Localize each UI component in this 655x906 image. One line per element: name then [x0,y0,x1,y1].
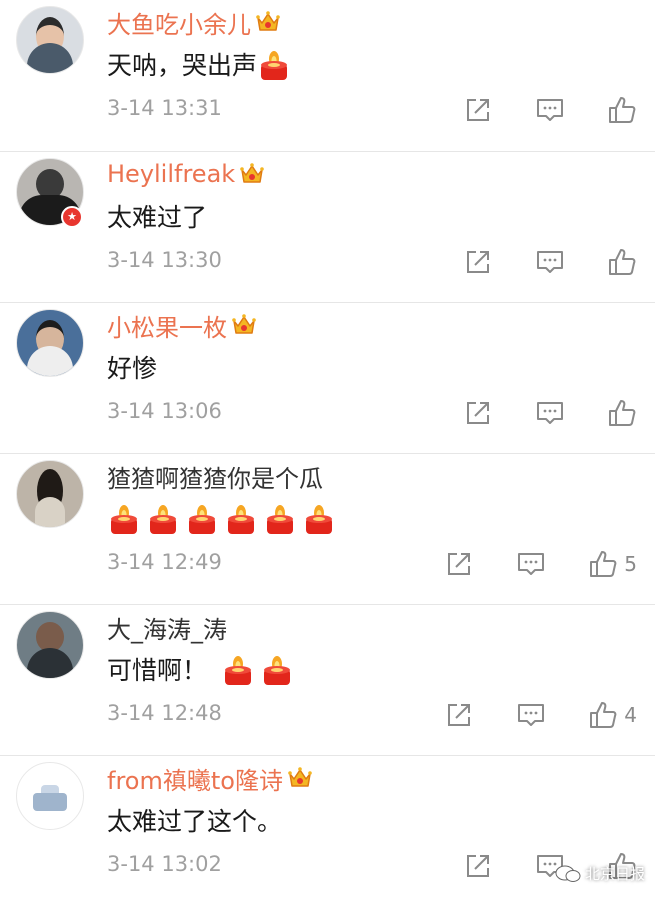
comment-icon [516,700,546,730]
timestamp: 3-14 13:06 [107,399,222,423]
like-button[interactable]: 4 [588,700,637,730]
share-button[interactable] [463,851,493,881]
thumbs-up-icon [607,95,637,125]
candle-emoji-icon [257,45,291,83]
username[interactable]: 猹猹啊猹猹你是个瓜 [107,459,323,494]
comment-item: 猹猹啊猹猹你是个瓜 3-14 12:49 5 [0,453,655,604]
candle-emoji-icon [263,499,297,537]
share-button[interactable] [463,95,493,125]
avatar[interactable] [16,460,84,528]
comment-text: 天呐，哭出声 [107,51,258,80]
candle-emoji-group [221,650,299,688]
like-button[interactable]: 5 [588,549,637,579]
reply-button[interactable] [516,700,546,730]
reply-button[interactable] [535,95,565,125]
watermark: 北京日报 [555,863,645,884]
comment-icon [535,247,565,277]
thumbs-up-icon [607,398,637,428]
thumbs-up-icon [588,700,618,730]
share-icon [444,700,474,730]
comment-actions: 5 [444,546,637,582]
comment-item: ★ Heylilfreak 太难过了 3-14 13:30 [0,151,655,302]
share-icon [463,247,493,277]
share-button[interactable] [463,247,493,277]
thumbs-up-icon [607,247,637,277]
comment-item: 小松果一枚 好惨 3-14 13:06 [0,302,655,453]
comment-actions: 4 [444,697,637,733]
username[interactable]: Heylilfreak [107,160,235,188]
wechat-logo-icon [555,865,581,882]
candle-emoji-icon [260,650,294,688]
like-button[interactable] [607,247,637,277]
candle-emoji-icon [185,499,219,537]
timestamp: 3-14 12:48 [107,701,222,725]
reply-button[interactable] [535,247,565,277]
username[interactable]: 小松果一枚 [107,308,227,343]
timestamp: 3-14 13:31 [107,96,222,120]
candle-emoji-group [257,45,296,83]
like-count: 5 [624,552,637,576]
share-icon [463,398,493,428]
username[interactable]: 大鱼吃小余儿 [107,5,251,40]
share-button[interactable] [444,549,474,579]
timestamp: 3-14 12:49 [107,550,222,574]
crown-icon [239,162,265,186]
candle-emoji-group [107,499,341,537]
comment-text: 可惜啊！ [107,656,208,685]
reply-button[interactable] [535,398,565,428]
comment-text: 好惨 [107,354,158,383]
timestamp: 3-14 13:02 [107,852,222,876]
comment-text-row: 太难过了 [107,196,207,236]
comment-text: 太难过了 [107,203,208,232]
reply-button[interactable] [516,549,546,579]
share-button[interactable] [444,700,474,730]
comment-text-row: 太难过了这个。 [107,800,282,840]
comment-actions [463,92,637,128]
candle-emoji-icon [107,499,141,537]
verified-badge-icon: ★ [61,206,83,228]
comment-item: 大鱼吃小余儿 天呐，哭出声 3-14 13:31 [0,0,655,151]
watermark-text: 北京日报 [584,865,645,883]
candle-emoji-icon [302,499,336,537]
like-count: 4 [624,703,637,727]
crown-icon [231,313,257,337]
comment-icon [535,95,565,125]
candle-emoji-icon [146,499,180,537]
comment-list: 大鱼吃小余儿 天呐，哭出声 3-14 13:31 ★ Heylilfreak 太… [0,0,655,906]
candle-emoji-icon [224,499,258,537]
comment-icon [535,398,565,428]
crown-icon [255,10,281,34]
comment-icon [516,549,546,579]
avatar[interactable] [16,309,84,377]
avatar[interactable] [16,6,84,74]
share-icon [444,549,474,579]
comment-actions [463,395,637,431]
avatar[interactable] [16,762,84,830]
crown-icon [287,766,313,790]
comment-text: 太难过了这个。 [107,807,283,836]
comment-text-row: 好惨 [107,347,157,387]
candle-emoji-icon [221,650,255,688]
share-icon [463,851,493,881]
comment-text-row: 可惜啊！ [107,649,299,689]
comment-text-row [107,498,341,538]
like-button[interactable] [607,398,637,428]
thumbs-up-icon [588,549,618,579]
like-button[interactable] [607,95,637,125]
username[interactable]: 大_海涛_涛 [107,610,227,645]
share-button[interactable] [463,398,493,428]
username[interactable]: from禛曦to隆诗 [107,761,283,796]
comment-item: 大_海涛_涛 可惜啊！ 3-14 12:48 4 [0,604,655,755]
comment-actions [463,244,637,280]
avatar[interactable] [16,611,84,679]
share-icon [463,95,493,125]
timestamp: 3-14 13:30 [107,248,222,272]
comment-text-row: 天呐，哭出声 [107,44,296,84]
